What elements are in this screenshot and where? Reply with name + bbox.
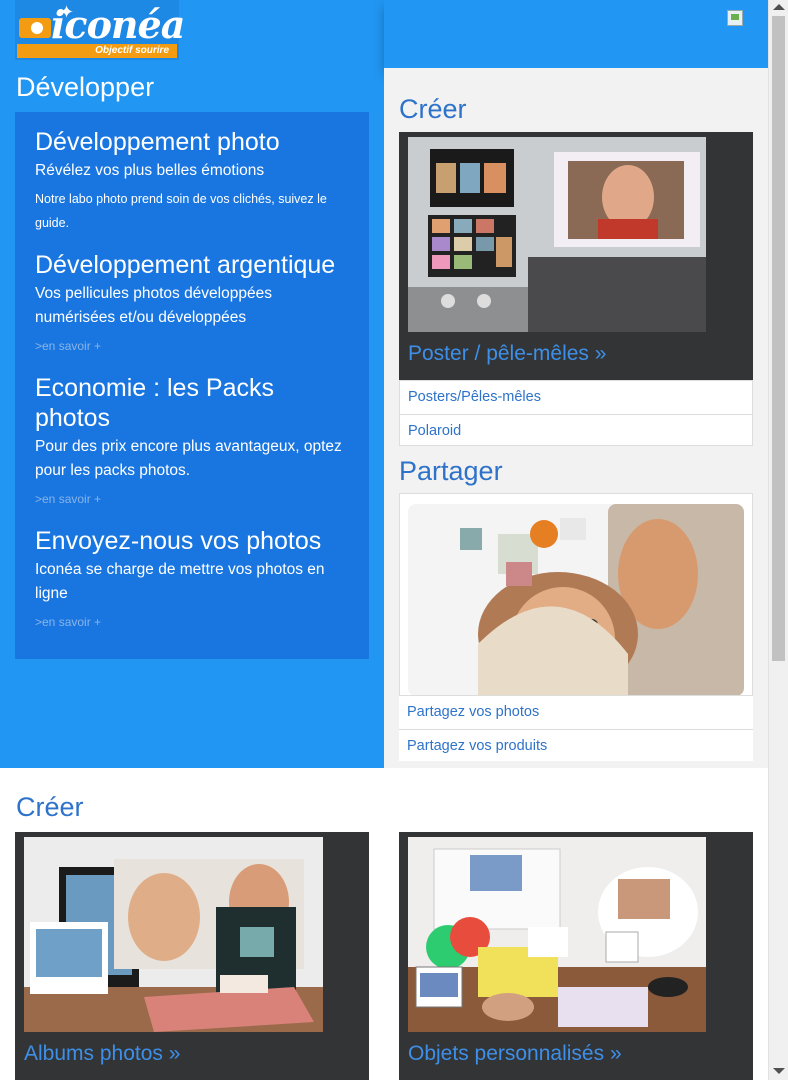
link-polaroid[interactable]: Polaroid: [400, 414, 752, 447]
share-title: Partager: [399, 456, 503, 486]
develop-item-lead: Iconéa se charge de mettre vos photos en…: [35, 561, 325, 602]
develop-item-title[interactable]: Développement photo: [35, 127, 349, 157]
develop-item[interactable]: Développement photo Révélez vos plus bel…: [35, 112, 349, 235]
albums-card[interactable]: Albums photos »: [15, 832, 369, 1080]
create-title: Créer: [399, 94, 467, 124]
albums-caption[interactable]: Albums photos »: [24, 1042, 180, 1066]
develop-item-title[interactable]: Economie : les Packs photos: [35, 373, 349, 433]
scroll-down-arrow-icon[interactable]: [773, 1068, 785, 1074]
develop-item-title[interactable]: Envoyez-nous vos photos: [35, 526, 349, 556]
link-share-photos[interactable]: Partagez vos photos: [399, 696, 753, 729]
learn-more-link[interactable]: >en savoir +: [35, 334, 349, 358]
albums-photo[interactable]: [24, 837, 323, 1032]
logo-brand: iconéa: [51, 2, 185, 47]
link-share-products[interactable]: Partagez vos produits: [399, 729, 753, 762]
poster-card[interactable]: Poster / pêle-mêles »: [399, 132, 753, 380]
camera-logo-icon: [19, 18, 51, 38]
develop-item[interactable]: Envoyez-nous vos photos Iconéa se charge…: [35, 511, 349, 634]
poster-photo[interactable]: [408, 137, 706, 332]
scroll-thumb[interactable]: [772, 16, 785, 661]
vertical-scrollbar[interactable]: [768, 0, 788, 1080]
share-card[interactable]: Partagez vos photos Partagez vos produit…: [399, 493, 753, 761]
develop-item-title[interactable]: Développement argentique: [35, 250, 349, 280]
objects-photo[interactable]: [408, 837, 706, 1032]
develop-item-desc: Notre labo photo prend soin de vos clich…: [35, 192, 327, 230]
develop-item-lead: Vos pellicules photos développées numéri…: [35, 285, 272, 326]
objects-card[interactable]: Objets personnalisés »: [399, 832, 753, 1080]
logo-tagline: Objectif sourire: [17, 44, 177, 58]
develop-item-lead: Pour des prix encore plus avantageux, op…: [35, 438, 342, 479]
top-bar: [384, 0, 768, 68]
share-photo[interactable]: [408, 504, 744, 696]
learn-more-link[interactable]: >en savoir +: [35, 610, 349, 634]
site-logo[interactable]: ✦ iconéa Objectif sourire: [15, 0, 185, 60]
poster-caption[interactable]: Poster / pêle-mêles »: [408, 342, 606, 366]
develop-panel: Développement photo Révélez vos plus bel…: [15, 112, 369, 659]
develop-item-lead: Révélez vos plus belles émotions: [35, 162, 265, 179]
broken-image-icon: [727, 10, 743, 26]
develop-item[interactable]: Economie : les Packs photos Pour des pri…: [35, 358, 349, 511]
link-posters[interactable]: Posters/Pêles-mêles: [400, 381, 752, 414]
create-bottom-title: Créer: [16, 792, 84, 822]
share-link-list: Partagez vos photos Partagez vos produit…: [399, 695, 753, 761]
develop-title: Développer: [16, 72, 155, 102]
poster-link-list: Posters/Pêles-mêles Polaroid: [399, 380, 753, 446]
objects-caption[interactable]: Objets personnalisés »: [408, 1042, 622, 1066]
learn-more-link[interactable]: >en savoir +: [35, 487, 349, 511]
scroll-up-arrow-icon[interactable]: [773, 4, 785, 10]
develop-item[interactable]: Développement argentique Vos pellicules …: [35, 235, 349, 358]
